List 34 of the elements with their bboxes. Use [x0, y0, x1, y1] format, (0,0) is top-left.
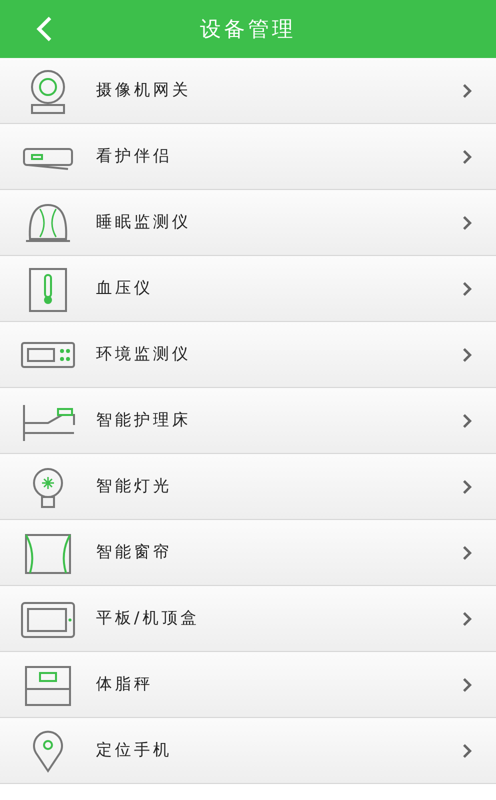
device-label: 睡眠监测仪 — [96, 212, 192, 233]
page-title: 设备管理 — [200, 16, 296, 43]
device-label: 智能灯光 — [96, 476, 173, 497]
device-row[interactable]: 平板/机顶盒 — [0, 586, 496, 652]
chevron-right-icon — [462, 412, 472, 428]
chevron-right-icon — [462, 214, 472, 230]
device-row[interactable]: 智能护理床 — [0, 388, 496, 454]
chevron-right-icon — [462, 346, 472, 362]
device-row[interactable]: 智能灯光 — [0, 454, 496, 520]
device-label: 看护伴侣 — [96, 146, 173, 167]
device-row[interactable]: 环境监测仪 — [0, 322, 496, 388]
chevron-right-icon — [462, 544, 472, 560]
device-row[interactable]: 智能窗帘 — [0, 520, 496, 586]
device-label: 血压仪 — [96, 278, 154, 299]
device-label: 定位手机 — [96, 740, 173, 761]
chevron-right-icon — [462, 610, 472, 626]
device-label: 智能护理床 — [96, 410, 192, 431]
chevron-right-icon — [462, 148, 472, 164]
device-row[interactable]: 摄像机网关 — [0, 58, 496, 124]
device-label: 体脂秤 — [96, 674, 154, 695]
chevron-right-icon — [462, 280, 472, 296]
chevron-right-icon — [462, 742, 472, 758]
device-row[interactable]: 血压仪 — [0, 256, 496, 322]
device-label: 平板/机顶盒 — [96, 608, 200, 629]
chevron-right-icon — [462, 676, 472, 692]
device-row[interactable]: 定位手机 — [0, 718, 496, 784]
device-row[interactable]: 看护伴侣 — [0, 124, 496, 190]
device-row[interactable]: 体脂秤 — [0, 652, 496, 718]
device-label: 摄像机网关 — [96, 80, 192, 101]
device-label: 环境监测仪 — [96, 344, 192, 365]
chevron-right-icon — [462, 82, 472, 98]
chevron-right-icon — [462, 478, 472, 494]
device-label: 智能窗帘 — [96, 542, 173, 563]
device-row[interactable]: 睡眠监测仪 — [0, 190, 496, 256]
